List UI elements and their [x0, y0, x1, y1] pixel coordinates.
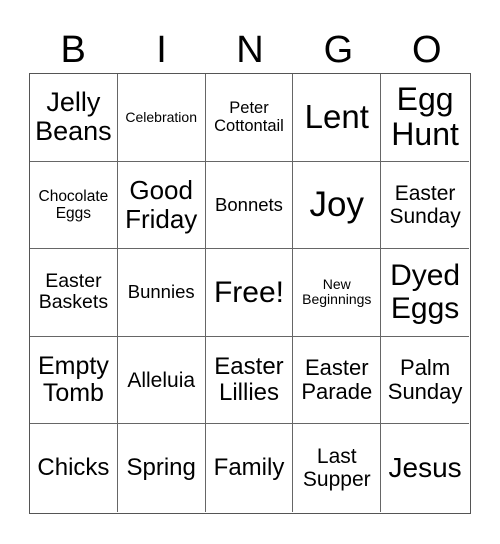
cell-text: Lent	[304, 98, 369, 136]
bingo-cell[interactable]: Spring	[118, 424, 206, 512]
cell-text-line: Friday	[125, 203, 198, 234]
bingo-cell[interactable]: Palm Sunday	[381, 337, 469, 425]
bingo-cell[interactable]: Joy	[293, 161, 382, 250]
cell-text-line: Jesus	[388, 451, 462, 483]
bingo-cell[interactable]: Easter Parade	[293, 336, 382, 425]
cell-text: Dyed Eggs	[390, 259, 460, 325]
bingo-cell[interactable]: Jelly Beans	[30, 74, 118, 162]
cell-text: Alleluia	[127, 369, 195, 392]
header-letter-n: N	[236, 29, 264, 71]
cell-text-line: Dyed	[390, 259, 461, 293]
cell-text-line: Good	[129, 175, 193, 206]
cell-text: Joy	[309, 184, 365, 225]
bingo-cell[interactable]: Empty Tomb	[30, 336, 118, 425]
header-letter-i: I	[156, 29, 167, 71]
bingo-cell[interactable]: Alleluia	[117, 336, 206, 425]
cell-text-line: Beans	[35, 116, 112, 147]
header-letter-o: O	[412, 29, 442, 71]
cell-text: Chicks	[37, 453, 110, 481]
cell-text-line: Last	[316, 445, 357, 469]
cell-text-line: Celebration	[125, 108, 197, 125]
bingo-cell[interactable]: Chicks	[30, 424, 118, 512]
cell-text-line: Eggs	[390, 292, 460, 326]
cell-text-line: Easter	[45, 270, 102, 293]
cell-text-line: Free!	[213, 275, 284, 309]
cell-text-line: Eggs	[55, 204, 92, 222]
cell-text: Peter Cottontail	[214, 99, 284, 135]
cell-text: Celebration	[125, 108, 197, 125]
cell-text-line: Empty	[37, 351, 109, 380]
cell-text-line: Lillies	[218, 379, 279, 407]
bingo-card-grid: Jelly Beans Celebration Peter Cottontail Lent…	[29, 73, 471, 514]
cell-text: Jesus	[388, 451, 462, 484]
cell-text-line: Spring	[126, 453, 196, 481]
bingo-cell[interactable]: Good Friday	[117, 161, 206, 250]
cell-text: Bunnies	[127, 281, 195, 303]
cell-text: Empty Tomb	[37, 351, 109, 408]
cell-text-line: Peter	[229, 99, 269, 118]
cell-text: New Beginnings	[302, 276, 372, 308]
cell-text-line: Bunnies	[127, 281, 195, 303]
bingo-cell[interactable]: Bunnies	[117, 249, 206, 337]
cell-text-line: Chicks	[37, 453, 110, 481]
cell-text-line: Chocolate	[38, 187, 109, 205]
cell-text-line: Tomb	[42, 379, 104, 408]
bingo-cell[interactable]: Peter Cottontail	[205, 74, 294, 162]
cell-text-line: Bonnets	[215, 193, 283, 215]
cell-text: Easter Baskets	[38, 270, 109, 314]
cell-text-line: Easter	[394, 181, 456, 205]
cell-text: Good Friday	[125, 176, 197, 233]
cell-text-line: Beginnings	[302, 291, 372, 308]
cell-text: Egg Hunt	[391, 81, 459, 153]
cell-text-line: Egg	[396, 81, 454, 118]
bingo-cell[interactable]: Lent	[293, 74, 382, 162]
cell-text-line: Supper	[302, 468, 371, 492]
cell-text-line: New	[322, 276, 351, 293]
bingo-cell[interactable]: Easter Baskets	[30, 249, 118, 337]
cell-text-line: Hunt	[391, 116, 459, 153]
bingo-cell[interactable]: Celebration	[117, 74, 206, 162]
cell-text: Chocolate Eggs	[39, 188, 109, 222]
cell-text: Last Supper	[303, 445, 371, 491]
cell-text-line: Easter	[214, 352, 284, 380]
cell-text: Family	[213, 453, 285, 481]
bingo-cell[interactable]: Family	[206, 424, 294, 512]
cell-text-line: Jelly	[46, 86, 101, 117]
cell-text: Free!	[214, 276, 284, 309]
cell-text-line: Sunday	[387, 379, 463, 405]
bingo-cell[interactable]: Easter Lillies	[205, 336, 294, 425]
cell-text-line: Sunday	[389, 204, 461, 228]
bingo-cell[interactable]: Bonnets	[205, 161, 294, 250]
bingo-cell[interactable]: Easter Sunday	[381, 162, 469, 250]
bingo-cell[interactable]: Egg Hunt	[381, 74, 469, 162]
cell-text-line: Baskets	[38, 291, 109, 314]
cell-text-line: Cottontail	[214, 117, 284, 136]
bingo-header: B I N G O	[29, 28, 471, 72]
cell-text: Jelly Beans	[35, 86, 112, 147]
bingo-cell[interactable]: Dyed Eggs	[381, 249, 469, 337]
cell-text: Easter Sunday	[389, 182, 460, 228]
cell-text: Spring	[126, 453, 196, 481]
cell-text: Easter Parade	[301, 354, 373, 405]
bingo-cell[interactable]: New Beginnings	[293, 249, 382, 337]
cell-text: Easter Lillies	[214, 352, 284, 407]
header-letter-b: B	[60, 29, 86, 71]
cell-text-line: Lent	[304, 98, 369, 136]
cell-text-line: Family	[213, 453, 285, 481]
cell-text-line: Easter	[304, 354, 369, 380]
cell-text-line: Palm	[400, 354, 451, 380]
bingo-cell[interactable]: Last Supper	[293, 424, 382, 512]
cell-text: Palm Sunday	[387, 354, 463, 405]
bingo-cell[interactable]: Free!	[205, 249, 294, 337]
cell-text-line: Alleluia	[127, 368, 196, 392]
bingo-cell[interactable]: Chocolate Eggs	[30, 161, 118, 250]
cell-text-line: Joy	[309, 184, 365, 224]
header-letter-g: G	[323, 29, 354, 71]
bingo-cell[interactable]: Jesus	[381, 424, 469, 512]
cell-text: Bonnets	[215, 193, 283, 215]
cell-text-line: Parade	[301, 379, 373, 405]
